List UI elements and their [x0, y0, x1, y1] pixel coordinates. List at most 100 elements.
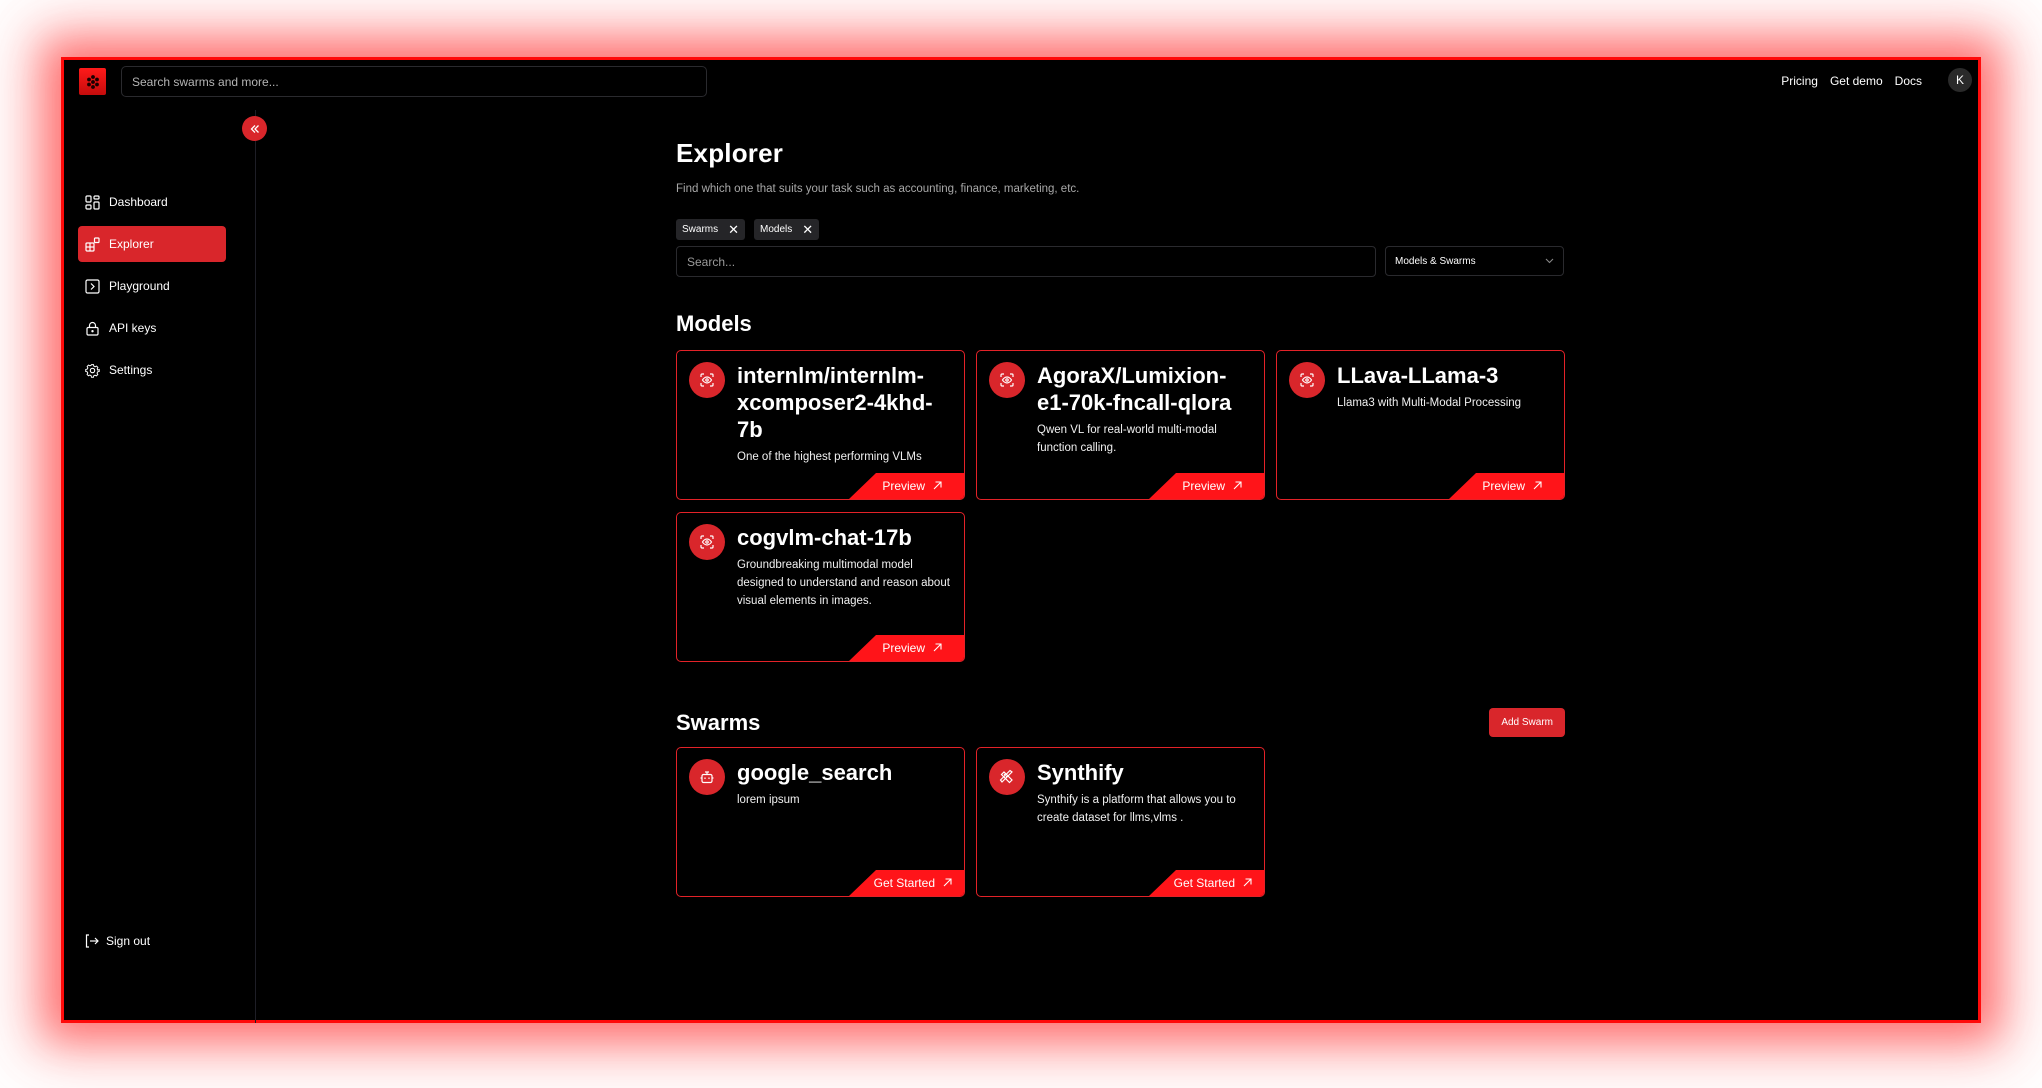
chip-label: Swarms	[682, 224, 719, 235]
global-search-input[interactable]	[121, 66, 707, 97]
chevron-down-icon	[1545, 256, 1554, 266]
scan-eye-icon	[700, 373, 714, 387]
main-content: Explorer Find which one that suits your …	[676, 138, 1565, 897]
arrow-up-right-icon	[943, 876, 952, 890]
select-value: Models & Swarms	[1395, 255, 1476, 267]
swarms-section-title: Swarms	[676, 709, 761, 735]
get-demo-link[interactable]: Get demo	[1830, 74, 1883, 88]
sidebar-item-label: Explorer	[109, 237, 154, 251]
model-description: Llama3 with Multi-Modal Processing	[1337, 397, 1522, 409]
filter-chip-swarms: Swarms ✕	[676, 219, 746, 240]
sidebar-item-label: Playground	[109, 279, 170, 293]
preview-label: Preview	[1182, 479, 1225, 493]
preview-label: Preview	[882, 479, 925, 493]
top-nav-links: Pricing Get demo Docs	[1781, 74, 1922, 88]
sidebar-item-explorer[interactable]: Explorer	[78, 226, 226, 262]
collapse-sidebar-button[interactable]	[242, 116, 267, 141]
preview-label: Preview	[882, 641, 925, 655]
model-name: internlm/internlm-xcomposer2-4khd-7b	[737, 363, 933, 442]
terminal-icon	[84, 278, 100, 294]
models-section-title: Models	[676, 311, 752, 336]
arrow-up-right-icon	[1243, 876, 1252, 890]
sidebar-item-playground[interactable]: Playground	[78, 268, 226, 304]
model-icon-circle	[689, 524, 725, 560]
gear-icon	[84, 362, 100, 378]
arrow-up-right-icon	[933, 641, 942, 655]
preview-button[interactable]: Preview	[1149, 473, 1264, 499]
pencil-ruler-icon	[999, 769, 1013, 784]
filter-chip-models: Models ✕	[754, 219, 820, 240]
swarm-card[interactable]: google_search lorem ipsum Get Started	[676, 747, 965, 897]
add-swarm-button[interactable]: Add Swarm	[1489, 708, 1565, 737]
preview-button[interactable]: Preview	[1449, 473, 1564, 499]
swarm-icon-circle	[689, 759, 725, 795]
model-icon-circle	[989, 362, 1025, 398]
arrow-up-right-icon	[933, 479, 942, 493]
filter-chips: Swarms ✕ Models ✕	[676, 219, 1565, 240]
dashboard-icon	[84, 194, 100, 210]
sidebar-divider	[255, 110, 256, 1023]
hive-logo-icon	[86, 74, 99, 89]
close-icon[interactable]: ✕	[802, 223, 813, 236]
model-description: Groundbreaking multimodal model designed…	[737, 559, 950, 607]
user-avatar[interactable]: K	[1948, 68, 1972, 92]
model-card[interactable]: internlm/internlm-xcomposer2-4khd-7b One…	[676, 350, 965, 500]
scan-eye-icon	[1300, 373, 1314, 387]
arrow-up-right-icon	[1233, 479, 1242, 493]
sidebar-item-label: Dashboard	[109, 195, 168, 209]
sidebar-item-settings[interactable]: Settings	[78, 352, 226, 388]
app-logo[interactable]	[79, 68, 106, 95]
type-filter-select[interactable]: Models & Swarms	[1385, 246, 1564, 276]
model-card[interactable]: LLava-LLama-3 Llama3 with Multi-Modal Pr…	[1276, 350, 1565, 500]
model-name: cogvlm-chat-17b	[737, 525, 912, 550]
chip-label: Models	[760, 224, 793, 235]
page-title: Explorer	[676, 138, 784, 168]
model-description: One of the highest performing VLMs	[737, 451, 922, 463]
sidebar-item-dashboard[interactable]: Dashboard	[78, 184, 226, 220]
preview-button[interactable]: Preview	[849, 635, 964, 661]
filter-row: Models & Swarms	[676, 246, 1565, 277]
model-name: LLava-LLama-3	[1337, 363, 1499, 388]
get-started-label: Get Started	[873, 876, 935, 890]
swarm-name: google_search	[737, 760, 893, 785]
sign-out-icon	[84, 933, 100, 949]
page-subtitle: Find which one that suits your task such…	[676, 183, 1080, 195]
explorer-search-input[interactable]	[676, 246, 1376, 277]
model-name: AgoraX/Lumixion-e1-70k-fncall-qlora	[1037, 363, 1232, 415]
close-icon[interactable]: ✕	[728, 223, 739, 236]
model-description: Qwen VL for real-world multi-modal funct…	[1037, 424, 1217, 454]
model-card[interactable]: AgoraX/Lumixion-e1-70k-fncall-qlora Qwen…	[976, 350, 1265, 500]
preview-button[interactable]: Preview	[849, 473, 964, 499]
sign-out-label: Sign out	[106, 934, 151, 948]
scan-eye-icon	[1000, 373, 1014, 387]
model-icon-circle	[689, 362, 725, 398]
arrow-up-right-icon	[1533, 479, 1542, 493]
preview-label: Preview	[1482, 479, 1525, 493]
lock-icon	[84, 320, 100, 336]
get-started-button[interactable]: Get Started	[1149, 870, 1264, 896]
swarm-description: lorem ipsum	[737, 794, 800, 806]
get-started-label: Get Started	[1173, 876, 1235, 890]
scan-eye-icon	[700, 535, 714, 549]
model-icon-circle	[1289, 362, 1325, 398]
sign-out-button[interactable]: Sign out	[84, 933, 150, 949]
model-card[interactable]: cogvlm-chat-17b Groundbreaking multimoda…	[676, 512, 965, 662]
get-started-button[interactable]: Get Started	[849, 870, 964, 896]
bot-icon	[700, 771, 714, 784]
chevrons-left-icon	[250, 124, 259, 133]
swarm-name: Synthify	[1037, 760, 1124, 785]
swarm-description: Synthify is a platform that allows you t…	[1037, 794, 1236, 824]
sidebar-item-api-keys[interactable]: API keys	[78, 310, 226, 346]
explorer-icon	[84, 236, 100, 252]
swarms-grid: google_search lorem ipsum Get Started Sy…	[676, 747, 1565, 897]
pricing-link[interactable]: Pricing	[1781, 74, 1818, 88]
models-grid: internlm/internlm-xcomposer2-4khd-7b One…	[676, 350, 1565, 662]
sidebar-nav: Dashboard Explorer Playground API keys S…	[78, 184, 226, 394]
swarms-header: Swarms Add Swarm	[676, 708, 1565, 737]
sidebar-item-label: Settings	[109, 363, 153, 377]
app-window: Pricing Get demo Docs K Dashboard Explor…	[61, 57, 1981, 1023]
swarm-icon-circle	[989, 759, 1025, 795]
docs-link[interactable]: Docs	[1895, 74, 1922, 88]
swarm-card[interactable]: Synthify Synthify is a platform that all…	[976, 747, 1265, 897]
sidebar-item-label: API keys	[109, 321, 157, 335]
